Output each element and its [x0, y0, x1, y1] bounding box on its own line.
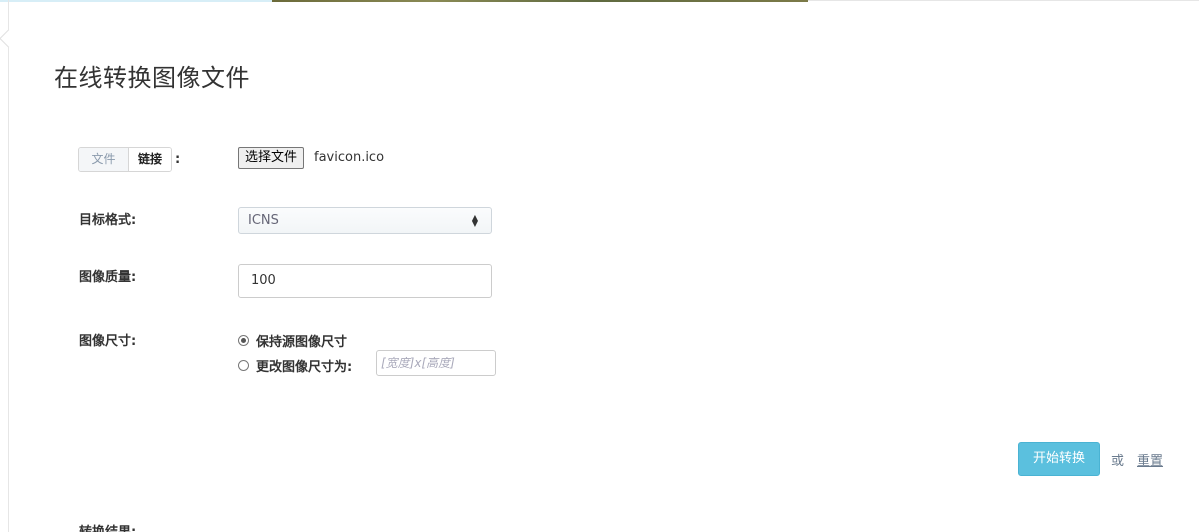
change-size-option[interactable]: 更改图像尺寸为: [238, 356, 352, 375]
top-banner-image [272, 0, 808, 2]
change-size-radio[interactable] [238, 360, 249, 371]
page-title: 在线转换图像文件 [54, 64, 250, 92]
keep-size-option[interactable]: 保持源图像尺寸 [238, 331, 347, 350]
target-format-value: ICNS [248, 213, 279, 228]
image-quality-input[interactable]: 100 [238, 264, 492, 298]
select-arrows-icon: ▲ ▼ [471, 213, 478, 228]
source-segmented-control: 文件 链接 [78, 147, 173, 172]
keep-size-radio[interactable] [238, 335, 249, 346]
target-format-label: 目标格式: [79, 213, 137, 228]
converter-page: 在线转换图像文件 文件 链接 : 选择文件 favicon.ico 目标格式: … [0, 0, 1199, 532]
keep-size-label: 保持源图像尺寸 [256, 335, 348, 350]
size-input[interactable]: [宽度]x[高度] [376, 350, 496, 376]
start-convert-button[interactable]: 开始转换 [1018, 442, 1100, 476]
top-strip [0, 0, 272, 2]
source-colon: : [175, 152, 181, 167]
panel-border [8, 0, 9, 532]
or-text: 或 [1111, 454, 1125, 469]
source-toggle: 文件 链接 : [78, 147, 180, 172]
tab-file[interactable]: 文件 [79, 148, 129, 171]
choose-file-button[interactable]: 选择文件 [238, 147, 305, 169]
target-format-select[interactable]: ICNS ▲ ▼ [238, 207, 492, 234]
reset-link[interactable]: 重置 [1137, 450, 1163, 469]
result-label: 转换结果: [79, 521, 136, 532]
selected-file-name: favicon.ico [314, 150, 385, 165]
tab-link[interactable]: 链接 [129, 148, 172, 171]
change-size-label: 更改图像尺寸为: [256, 360, 353, 375]
top-divider [808, 0, 1199, 1]
image-size-label: 图像尺寸: [79, 334, 137, 349]
image-quality-label: 图像质量: [79, 270, 137, 285]
panel-notch [0, 29, 18, 48]
